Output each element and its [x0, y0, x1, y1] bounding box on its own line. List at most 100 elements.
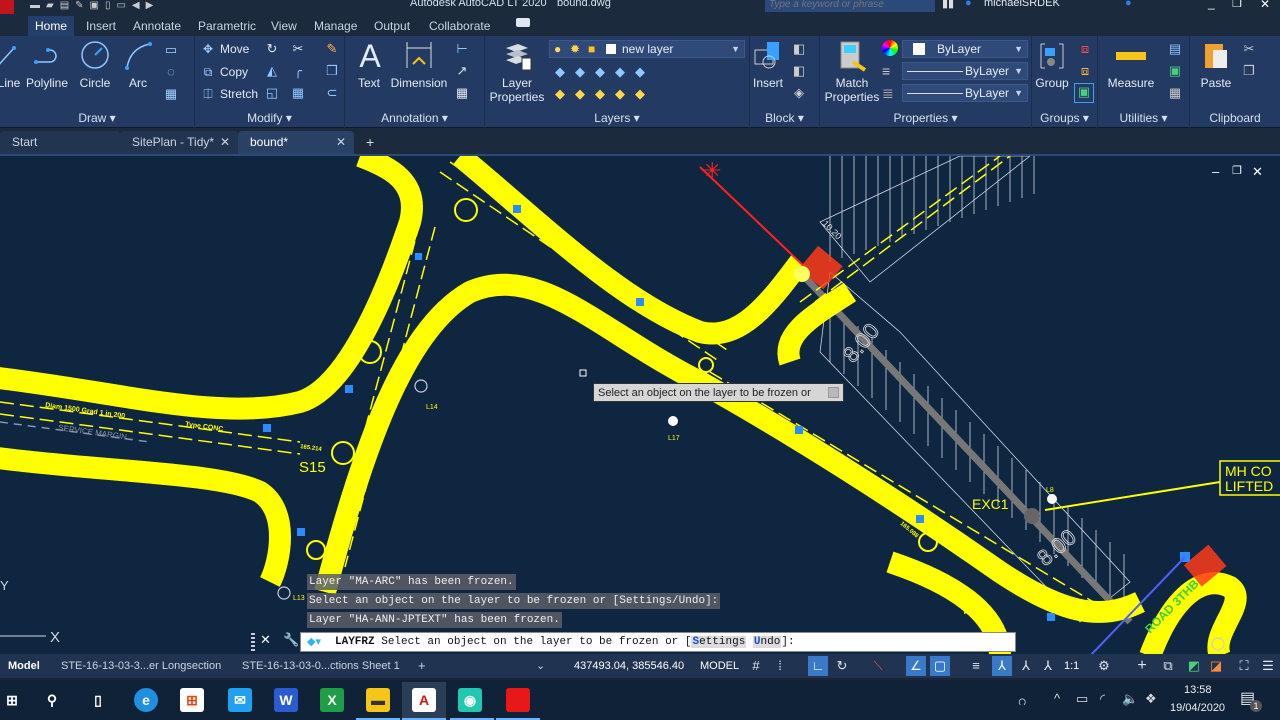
teams-app-icon[interactable]: ◉ — [458, 688, 482, 712]
erase-icon[interactable]: ✎ — [323, 41, 341, 57]
workspace-gear-icon[interactable]: ⚙ — [1094, 656, 1114, 676]
layout-tab-sheet1[interactable]: STE-16-13-03-0...ctions Sheet 1 — [236, 657, 406, 675]
explode-icon[interactable]: ❒ — [323, 63, 341, 79]
linetype-dropdown[interactable]: ByLayer ▼ — [902, 62, 1028, 80]
tab-insert[interactable]: Insert — [79, 16, 123, 36]
option-settings[interactable]: Settings — [691, 636, 747, 648]
clock-time[interactable]: 13:58 — [1184, 684, 1212, 696]
trim-icon[interactable]: ✂ — [289, 41, 307, 57]
viewport-minimize-icon[interactable]: – — [1212, 164, 1219, 179]
close-window-button[interactable]: ✕ — [1260, 0, 1270, 11]
group-edit-icon[interactable]: ⧈ — [1076, 63, 1094, 79]
viewport-close-icon[interactable]: ✕ — [1252, 164, 1263, 180]
command-line-grip[interactable] — [251, 633, 255, 651]
rotate-icon[interactable]: ↻ — [263, 41, 281, 57]
autocad-icon[interactable]: A — [412, 688, 436, 712]
edit-block-icon[interactable]: ◧ — [790, 63, 808, 79]
layer-dropdown[interactable]: ● ✹ ■ new layer ▼ — [549, 40, 745, 58]
ribbon-options-icon[interactable] — [516, 18, 530, 27]
create-block-icon[interactable]: ◧ — [790, 41, 808, 57]
tab-annotate[interactable]: Annotate — [126, 16, 188, 36]
lineweight-display-icon[interactable]: ≡ — [966, 656, 986, 676]
help-icon[interactable]: ● — [1125, 0, 1132, 9]
viewport-restore-icon[interactable]: ❐ — [1232, 164, 1242, 177]
modify-panel-title[interactable]: Modify ▾ — [195, 111, 344, 125]
offset-icon[interactable]: ⊂ — [323, 85, 341, 101]
annotation-scale-icon[interactable]: ⅄ — [1038, 656, 1058, 676]
volume-icon[interactable]: 🔈 — [1122, 691, 1138, 707]
leader-icon[interactable]: ↗ — [453, 63, 471, 79]
quick-select-icon[interactable]: ▤ — [1166, 41, 1184, 57]
layer-thaw-icon[interactable]: ✹ — [570, 41, 580, 57]
customize-status-icon[interactable]: ⌄ — [530, 657, 551, 675]
object-snap-tracking-icon[interactable]: ∠ — [906, 656, 926, 676]
isodraft-icon[interactable]: ⟍ — [868, 656, 888, 676]
tab-collaborate[interactable]: Collaborate — [422, 16, 497, 36]
doc-tab-start[interactable]: Start — [0, 131, 120, 154]
search-input[interactable] — [765, 0, 935, 12]
ortho-icon[interactable]: ∟ — [808, 656, 828, 676]
array-icon[interactable]: ▦ — [289, 85, 307, 101]
quick-properties-icon[interactable]: ⧉ — [1158, 656, 1178, 676]
layer-tools-row-2[interactable]: ◆◆◆◆◆ — [555, 86, 655, 102]
utilities-panel-title[interactable]: Utilities ▾ — [1098, 111, 1189, 125]
tab-parametric[interactable]: Parametric — [191, 16, 263, 36]
polar-tracking-icon[interactable]: ↻ — [832, 656, 852, 676]
layer-properties-button[interactable]: Layer Properties — [489, 40, 545, 104]
grid-icon[interactable]: # — [746, 656, 766, 676]
match-properties-button[interactable]: Match Properties — [824, 40, 880, 104]
cut-icon[interactable]: ✂ — [1240, 41, 1258, 57]
line-button[interactable]: Line — [0, 40, 24, 90]
battery-icon[interactable]: ▭ — [1076, 691, 1088, 707]
show-hidden-icons-chevron[interactable]: ^ — [1054, 691, 1060, 706]
scale-icon[interactable]: ◱ — [263, 85, 281, 101]
block-panel-title[interactable]: Block ▾ — [750, 111, 819, 125]
group-button[interactable]: Group — [1034, 40, 1070, 90]
fillet-icon[interactable]: ╭ — [289, 63, 307, 79]
coordinates-readout[interactable]: 437493.04, 385546.40 — [568, 657, 690, 675]
layer-on-icon[interactable]: ● — [554, 41, 561, 57]
graphics-performance-icon[interactable]: ◪ — [1206, 656, 1226, 676]
windows-start-icon[interactable]: ⊞ — [0, 688, 24, 712]
color-dropdown[interactable]: ByLayer ▼ — [902, 40, 1028, 58]
edge-icon[interactable]: e — [134, 688, 158, 712]
layout-tab-model[interactable]: Model — [2, 657, 46, 675]
doc-tab-siteplan[interactable]: SitePlan - Tidy* ✕ — [120, 131, 238, 154]
tab-output[interactable]: Output — [367, 16, 417, 36]
copy-button[interactable]: ⧉ Copy — [200, 62, 248, 82]
circle-button[interactable]: Circle — [78, 40, 112, 90]
color-wheel-icon[interactable] — [882, 40, 898, 56]
tab-manage[interactable]: Manage — [307, 16, 364, 36]
select-all-icon[interactable]: ▣ — [1166, 63, 1184, 79]
tooltip-dropdown-icon[interactable] — [828, 387, 839, 398]
doc-tab-bound[interactable]: bound* ✕ — [238, 131, 354, 154]
ellipse-icon[interactable]: ◌ — [162, 64, 180, 80]
isolate-objects-icon[interactable]: ◩ — [1184, 656, 1204, 676]
properties-panel-title[interactable]: Properties ▾ — [820, 111, 1031, 125]
measure-button[interactable]: Measure — [1106, 40, 1156, 90]
calculator-icon[interactable]: ▦ — [1166, 85, 1184, 101]
groups-panel-title[interactable]: Groups ▾ — [1032, 111, 1097, 125]
linear-dim-icon[interactable]: ⊢ — [453, 41, 471, 57]
move-button[interactable]: ✥ Move — [200, 39, 249, 59]
clean-screen-icon[interactable]: ⛶ — [1234, 656, 1254, 676]
dimension-button[interactable]: Dimension — [390, 40, 448, 90]
excel-icon[interactable]: X — [320, 688, 344, 712]
draw-panel-title[interactable]: Draw ▾ — [0, 111, 194, 125]
arc-button[interactable]: Arc — [124, 40, 152, 90]
annotation-scale-dropdown[interactable]: 1:1 — [1058, 657, 1085, 675]
copy-clip-icon[interactable]: ❐ — [1240, 63, 1258, 79]
binoculars-icon[interactable]: ▮▮ — [942, 0, 954, 10]
app-menu-button[interactable] — [0, 0, 14, 14]
user-name[interactable]: michaelSRDEK — [984, 0, 1060, 9]
mirror-icon[interactable]: ◭ — [263, 63, 281, 79]
rectangle-icon[interactable]: ▭ — [162, 42, 180, 58]
minimize-window-button[interactable]: _ — [1208, 0, 1215, 10]
text-button[interactable]: A Text — [355, 40, 383, 90]
task-view-icon[interactable]: ▯ — [86, 688, 110, 712]
drawing-canvas[interactable]: ✳ MH CO LIFTED S15 EXC1 F5 L14 L17 L13 L… — [0, 154, 1280, 654]
layers-panel-title[interactable]: Layers ▾ — [485, 111, 749, 125]
lineweight-dropdown[interactable]: ByLayer ▼ — [902, 84, 1028, 102]
linetype-icon[interactable]: ≣ — [882, 85, 894, 102]
layout-tab-longsection[interactable]: STE-16-13-03-3...er Longsection — [55, 657, 227, 675]
